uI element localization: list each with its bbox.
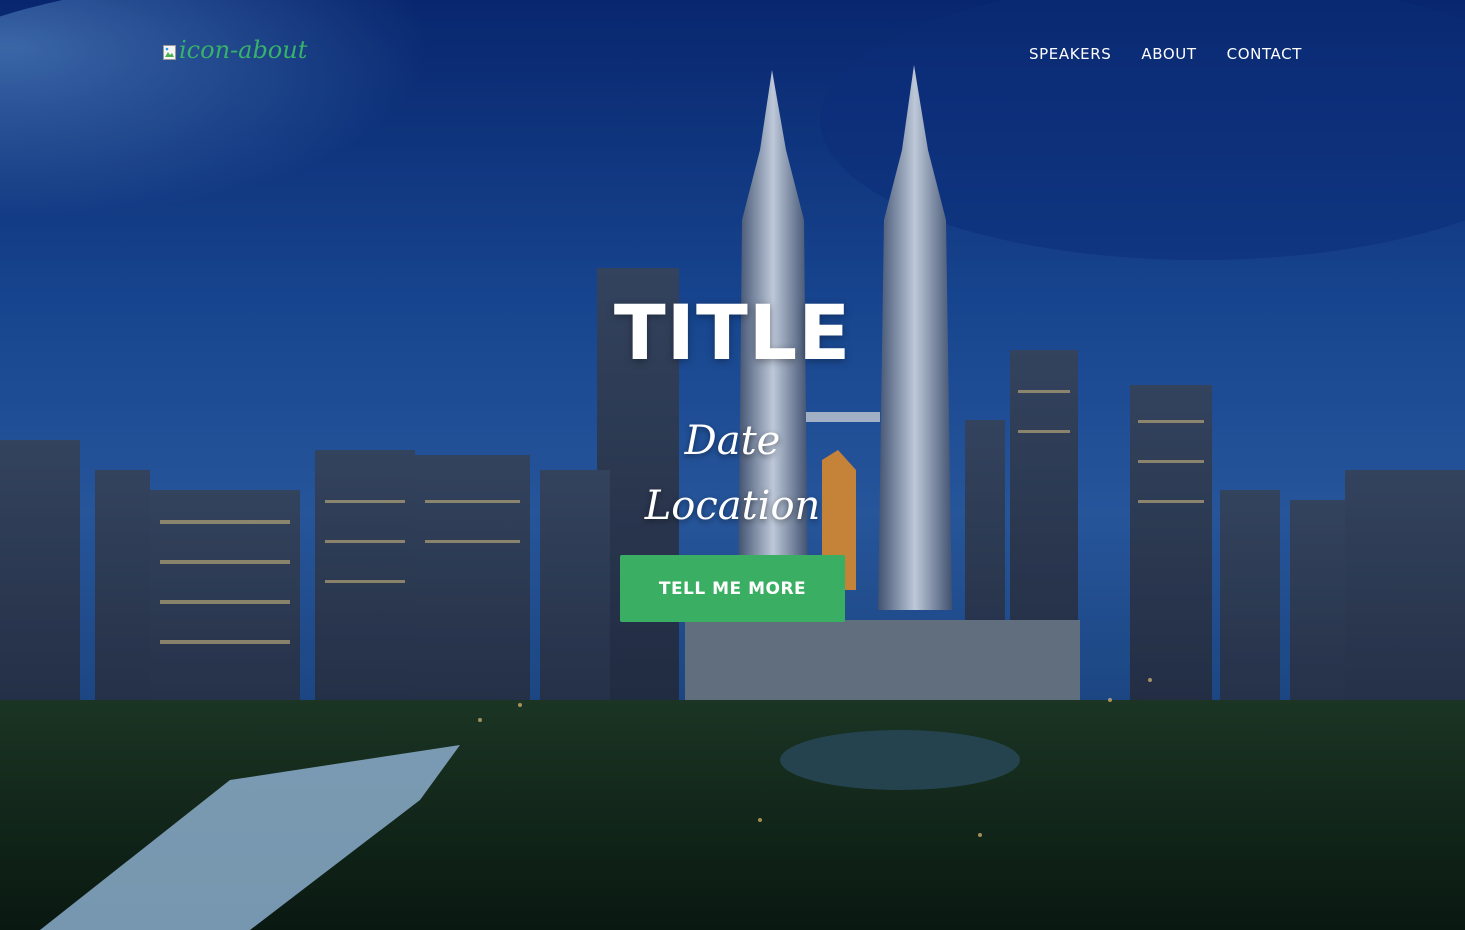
nav-links: SPEAKERS ABOUT CONTACT (1029, 45, 1302, 63)
brand-logo-link[interactable]: icon-about (163, 36, 307, 64)
hero-location: Location (644, 483, 821, 529)
hero-section: icon-about SPEAKERS ABOUT CONTACT TITLE … (0, 0, 1465, 930)
tell-me-more-button[interactable]: TELL ME MORE (620, 555, 845, 622)
nav-link-contact[interactable]: CONTACT (1227, 45, 1302, 63)
hero-title: TITLE (613, 288, 852, 377)
navbar: icon-about SPEAKERS ABOUT CONTACT (0, 0, 1465, 110)
nav-link-about[interactable]: ABOUT (1141, 45, 1196, 63)
brand-alt-text: icon-about (179, 36, 308, 64)
nav-link-speakers[interactable]: SPEAKERS (1029, 45, 1111, 63)
broken-image-icon (163, 39, 177, 60)
city-skyline-background (0, 0, 1465, 930)
hero-date: Date (684, 418, 781, 464)
